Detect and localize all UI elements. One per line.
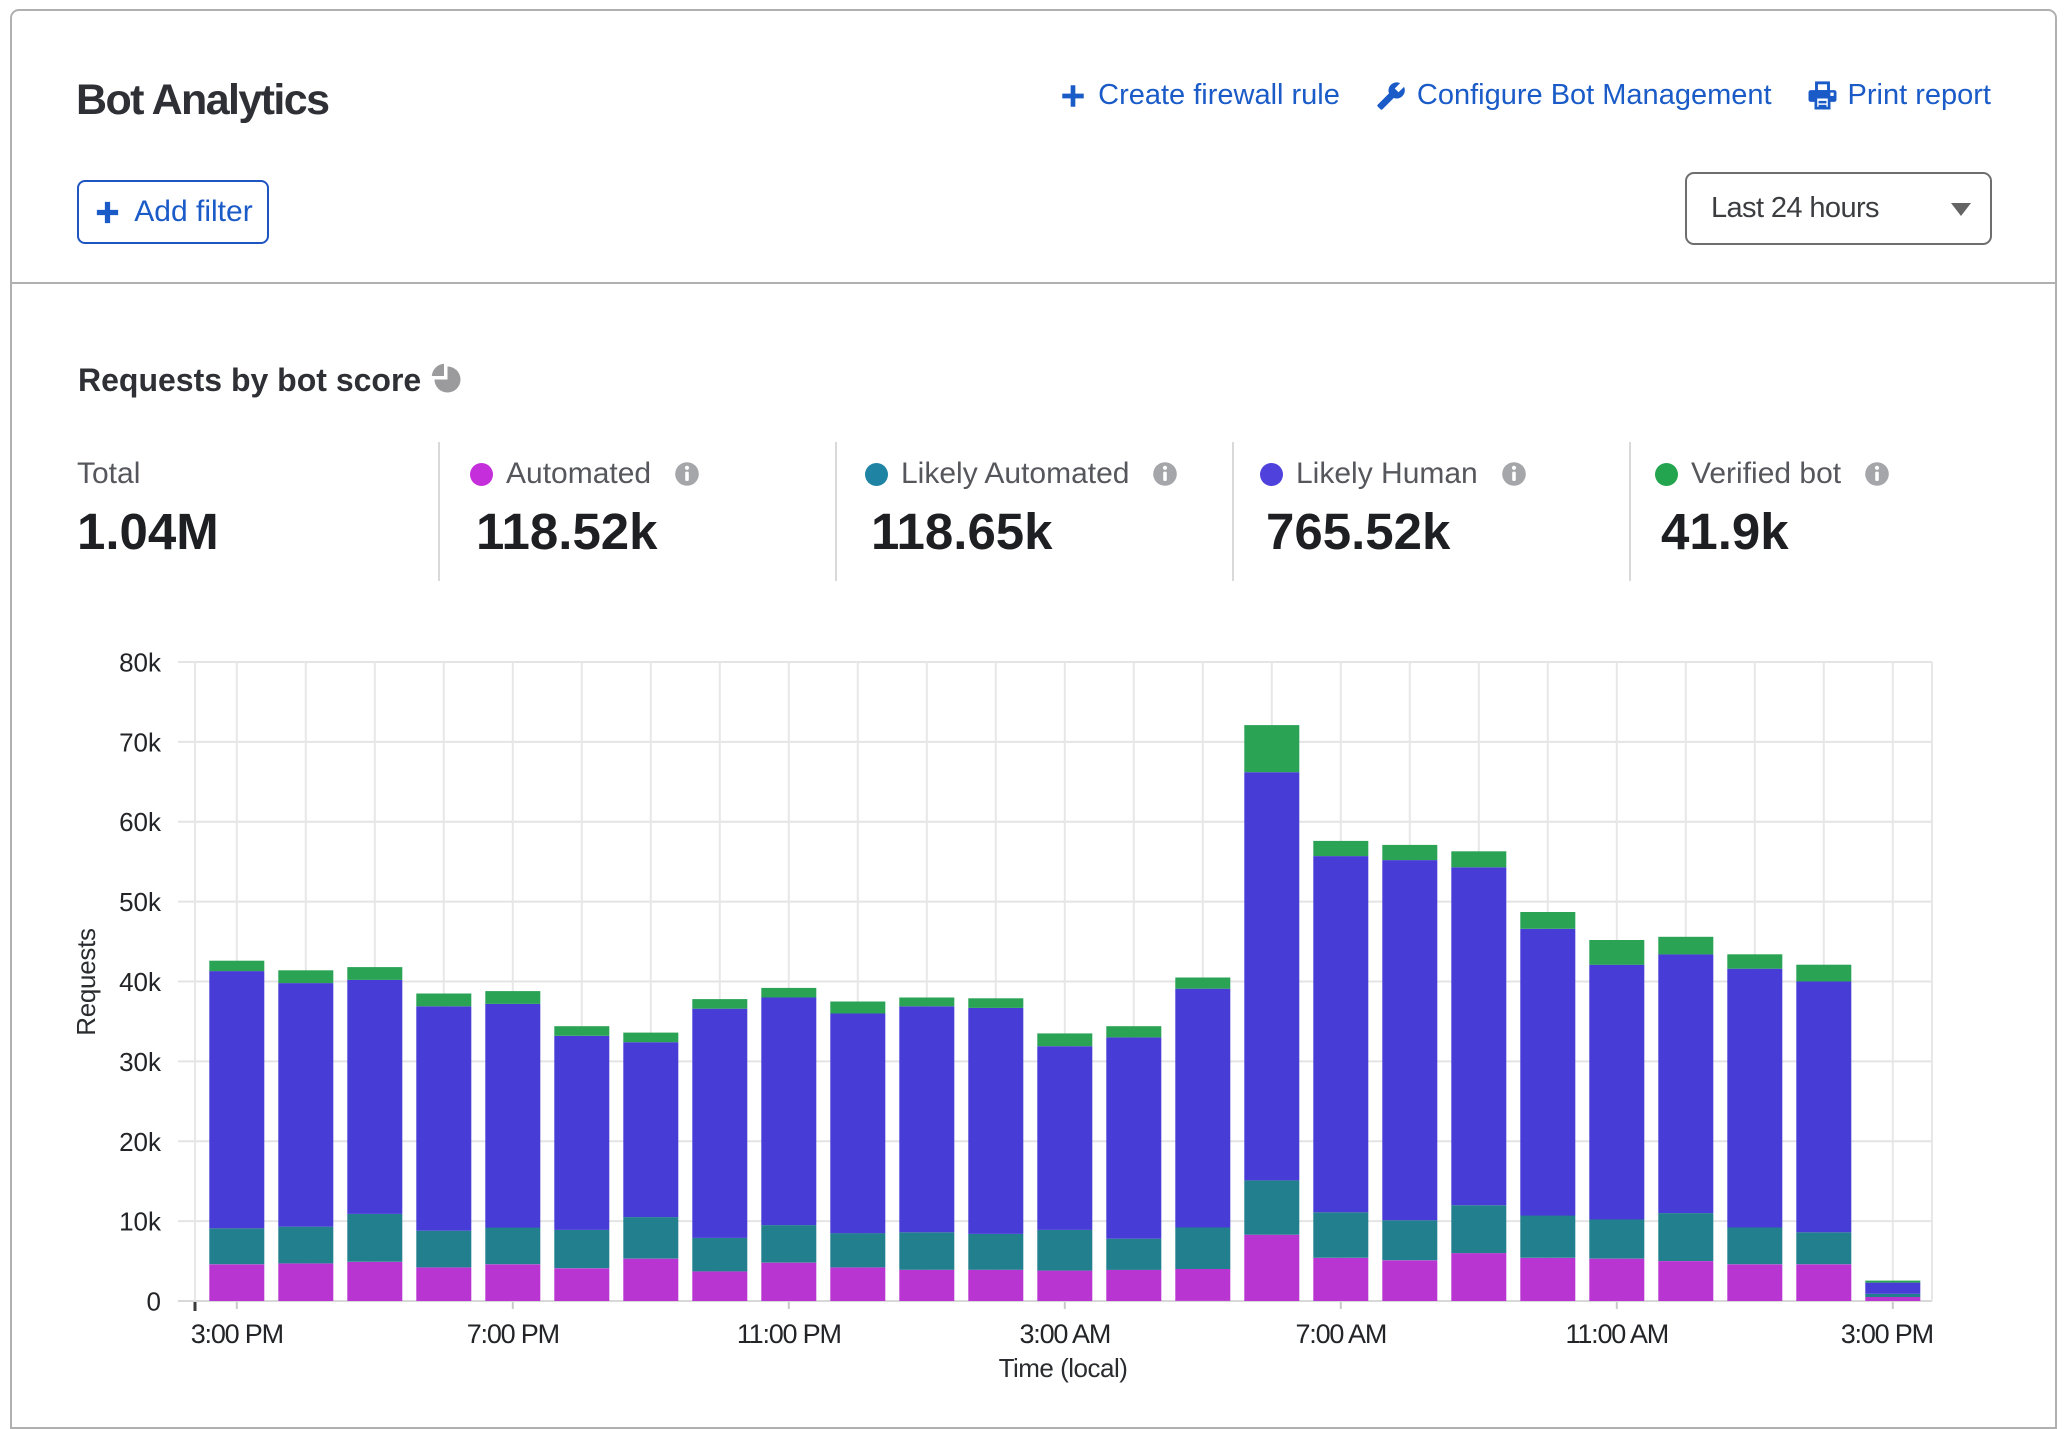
svg-text:60k: 60k bbox=[119, 807, 162, 837]
svg-text:80k: 80k bbox=[119, 648, 162, 678]
svg-text:3:00 PM: 3:00 PM bbox=[1841, 1319, 1933, 1349]
svg-text:3:00 PM: 3:00 PM bbox=[191, 1319, 283, 1349]
svg-text:0: 0 bbox=[147, 1287, 161, 1317]
svg-text:30k: 30k bbox=[119, 1047, 162, 1077]
svg-text:20k: 20k bbox=[119, 1127, 162, 1157]
svg-text:Time (local): Time (local) bbox=[999, 1353, 1128, 1383]
svg-text:7:00 PM: 7:00 PM bbox=[467, 1319, 559, 1349]
svg-text:7:00 AM: 7:00 AM bbox=[1295, 1319, 1386, 1349]
svg-text:11:00 PM: 11:00 PM bbox=[737, 1319, 841, 1349]
svg-text:50k: 50k bbox=[119, 887, 162, 917]
svg-text:11:00 AM: 11:00 AM bbox=[1566, 1319, 1668, 1349]
svg-text:Requests: Requests bbox=[71, 928, 101, 1036]
svg-text:40k: 40k bbox=[119, 967, 162, 997]
svg-text:10k: 10k bbox=[119, 1207, 162, 1237]
svg-text:3:00 AM: 3:00 AM bbox=[1019, 1319, 1110, 1349]
svg-text:70k: 70k bbox=[119, 727, 162, 757]
